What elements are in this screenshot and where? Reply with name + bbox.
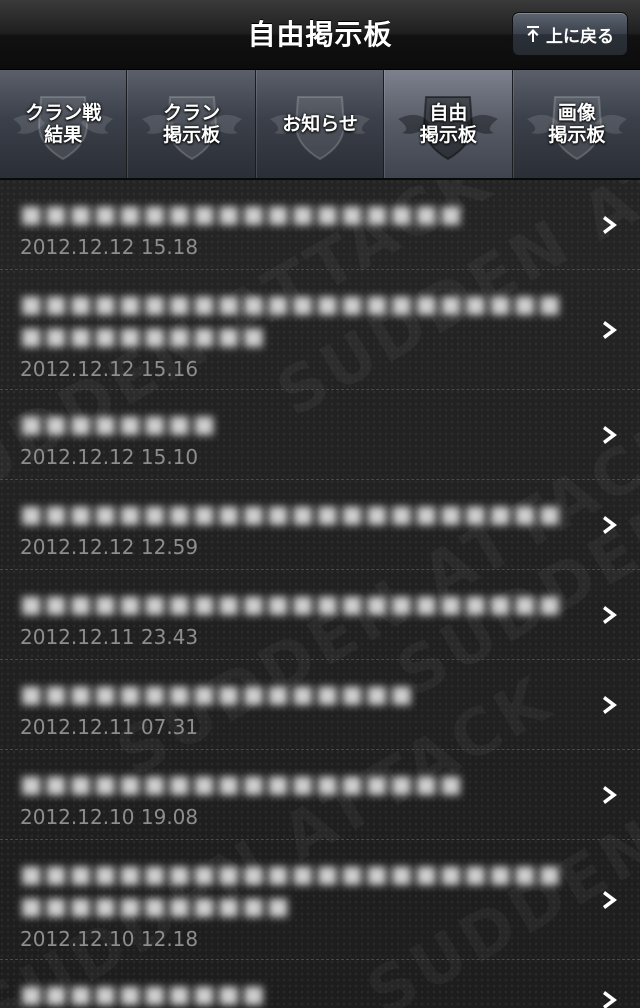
tab-label: 自由 掲示板 [419,102,477,146]
list-item[interactable]: ■■■■■■■■■■■■■■■■■■■■■■ 2012.12.12 12.59 [0,480,640,570]
post-title: ■■■■■■■■■■■■■■■■■■■■■■■■■■■■■■■■■ [20,860,563,920]
post-date: 2012.12.10 19.08 [20,805,199,829]
post-title: ■■■■■■■■■■■■■■■■■■ [20,770,465,798]
tab-announcements[interactable]: お知らせ [255,70,385,178]
tab-image-board[interactable]: 画像 掲示板 [512,70,640,178]
tab-clan-board[interactable]: クラン 掲示板 [127,70,256,178]
post-date: 2012.12.12 15.16 [20,357,199,381]
post-title: ■■■■■■■■■■■■■■■■■■■■■■■■■■■■■■■■ [20,290,563,350]
post-title: ■■■■■■■■■■■■■■■■ [20,680,415,708]
back-to-top-button[interactable]: 上に戻る [512,12,628,56]
post-title: ■■■■■■■■■■■■■■■■■■■■■■ [20,500,563,528]
post-date: 2012.12.11 23.43 [20,625,199,649]
list-item[interactable]: ■■■■■■■■■■■■■■■■■■■■■■ 2012.12.11 23.43 [0,570,640,660]
chevron-right-icon [603,320,617,339]
post-title: ■■■■■■■■ [20,410,218,438]
tab-label: クラン 掲示板 [163,102,221,146]
post-title: ■■■■■■■■■■■■■■■■■■■■■■ [20,590,563,618]
chevron-right-icon [603,890,617,909]
post-date: 2012.12.12 15.10 [20,445,199,469]
chevron-right-icon [603,425,617,444]
post-list: ■■■■■■■■■■■■■■■■■■ 2012.12.12 15.18 ■■■■… [0,180,640,1008]
list-item[interactable]: ■■■■■■■■ 2012.12.12 15.10 [0,390,640,480]
chevron-right-icon [603,991,617,1008]
back-to-top-label: 上に戻る [546,26,614,47]
nav-header: 自由掲示板 上に戻る [0,0,640,70]
post-title: ■■■■■■■■■■ [20,980,267,1008]
chevron-right-icon [603,605,617,624]
category-tab-bar: クラン戦 結果 クラン 掲示板 お知らせ 自由 掲示板 画像 掲示板 [0,70,640,180]
tab-free-board[interactable]: 自由 掲示板 [384,70,513,178]
post-date: 2012.12.11 07.31 [20,715,199,739]
list-item[interactable]: ■■■■■■■■■■■■■■■■■■ 2012.12.12 15.18 [0,180,640,270]
post-date: 2012.12.10 12.18 [20,927,199,951]
list-item[interactable]: ■■■■■■■■■■■■■■■■ 2012.12.11 07.31 [0,660,640,750]
list-item[interactable]: ■■■■■■■■■■■■■■■■■■ 2012.12.10 19.08 [0,750,640,840]
chevron-right-icon [603,215,617,234]
chevron-right-icon [603,785,617,804]
post-title: ■■■■■■■■■■■■■■■■■■ [20,200,465,228]
list-item[interactable]: ■■■■■■■■■■ [0,960,640,1008]
app-screen: SUDDEN ATTACK SUDDEN ATTACK SUDDEN ATTAC… [0,0,640,1008]
tab-label: クラン戦 結果 [25,102,102,146]
list-item[interactable]: ■■■■■■■■■■■■■■■■■■■■■■■■■■■■■■■■■ 2012.1… [0,840,640,960]
tab-clan-battle-results[interactable]: クラン戦 結果 [0,70,128,178]
list-item[interactable]: ■■■■■■■■■■■■■■■■■■■■■■■■■■■■■■■■ 2012.12… [0,270,640,390]
arrow-up-to-top-icon [527,26,539,42]
post-date: 2012.12.12 15.18 [20,235,199,259]
tab-label: お知らせ [282,113,358,135]
tab-label: 画像 掲示板 [548,102,606,146]
post-date: 2012.12.12 12.59 [20,535,199,559]
chevron-right-icon [603,515,617,534]
chevron-right-icon [603,695,617,714]
